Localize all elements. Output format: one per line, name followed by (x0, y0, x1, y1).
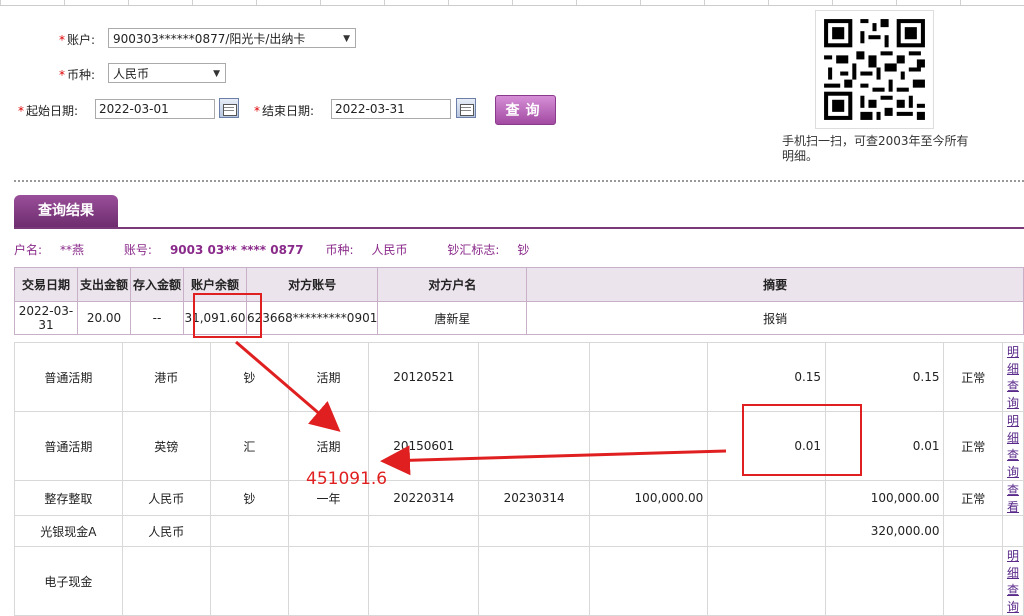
annotation-arrows (235, 340, 727, 476)
total-annotation: 451091.6 (306, 469, 388, 489)
arrow-to-total (235, 340, 341, 432)
table-row: 光银现金A 人民币 320,000.00 (14, 515, 1024, 547)
detail-query-link[interactable]: 明细查询 (1007, 549, 1019, 614)
table-row: 电子现金 明细查询 (14, 546, 1024, 616)
arrow-from-cash (380, 445, 727, 476)
